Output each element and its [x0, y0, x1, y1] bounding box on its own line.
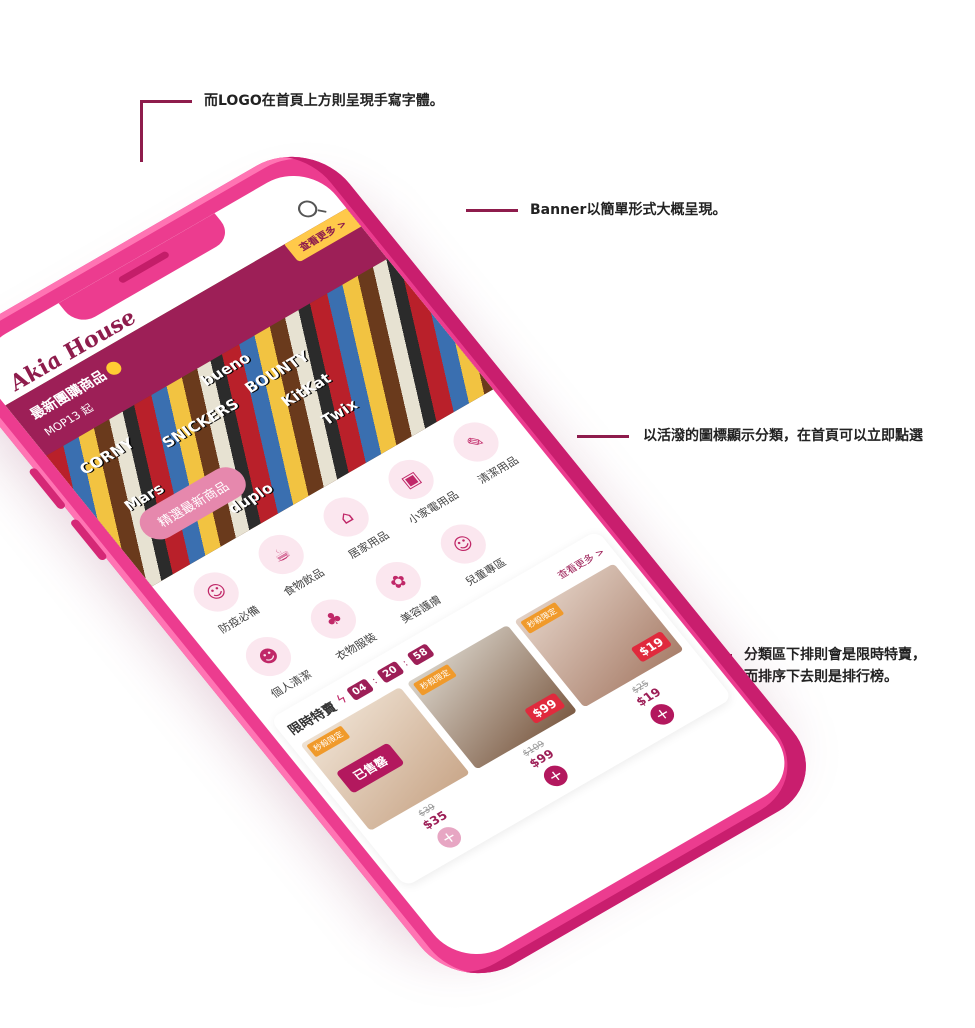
- countdown-separator: :: [400, 658, 411, 669]
- flash-annotation-line2: 而排序下去則是排行榜。: [744, 669, 898, 685]
- limited-tag: 秒殺限定: [519, 602, 565, 635]
- banner-annotation: Banner以簡單形式大概呈現。: [530, 202, 727, 218]
- category-annotation: 以活潑的圖標顯示分類，在首頁可以立即點選: [643, 428, 923, 444]
- phone-mockup: Akia House 最新團購商品 MOP13 起 查看更多 > CORNY S…: [0, 134, 833, 996]
- logo-annotation: 而LOGO在首頁上方則呈現手寫字體。: [204, 93, 444, 109]
- sold-out-badge: 已售罄: [335, 742, 405, 794]
- logo-annotation-horizontal: [140, 100, 192, 103]
- countdown-separator: :: [370, 675, 380, 687]
- phone-screen: Akia House 最新團購商品 MOP13 起 查看更多 > CORNY S…: [0, 159, 805, 971]
- add-to-cart-button[interactable]: +: [539, 761, 573, 791]
- brand-label: SNICKERS: [158, 395, 243, 452]
- brand-label: Twix: [317, 395, 362, 429]
- countdown-minutes: 20: [376, 660, 405, 684]
- countdown-hours: 04: [345, 678, 374, 702]
- brand-label: CORNY: [75, 434, 139, 479]
- price-badge: $99: [523, 692, 566, 725]
- limited-tag: 秒殺限定: [413, 663, 458, 696]
- limited-tag: 秒殺限定: [306, 725, 351, 758]
- lightning-icon: ϟ: [333, 691, 351, 709]
- countdown-seconds: 58: [406, 643, 436, 666]
- stage: 而LOGO在首頁上方則呈現手寫字體。 Banner以簡單形式大概呈現。 以活潑的…: [0, 0, 975, 1028]
- category-annotation-line: [577, 435, 629, 438]
- smile-icon: [103, 359, 125, 378]
- logo-annotation-vertical: [140, 100, 143, 162]
- add-to-cart-button[interactable]: +: [432, 823, 466, 852]
- add-to-cart-button[interactable]: +: [646, 700, 680, 729]
- flash-annotation-line1: 分類區下排則會是限時特賣，: [744, 647, 926, 663]
- price-badge: $19: [630, 630, 673, 663]
- banner-annotation-line: [466, 209, 518, 212]
- phone-body: Akia House 最新團購商品 MOP13 起 查看更多 > CORNY S…: [0, 134, 833, 996]
- search-icon[interactable]: [294, 197, 322, 221]
